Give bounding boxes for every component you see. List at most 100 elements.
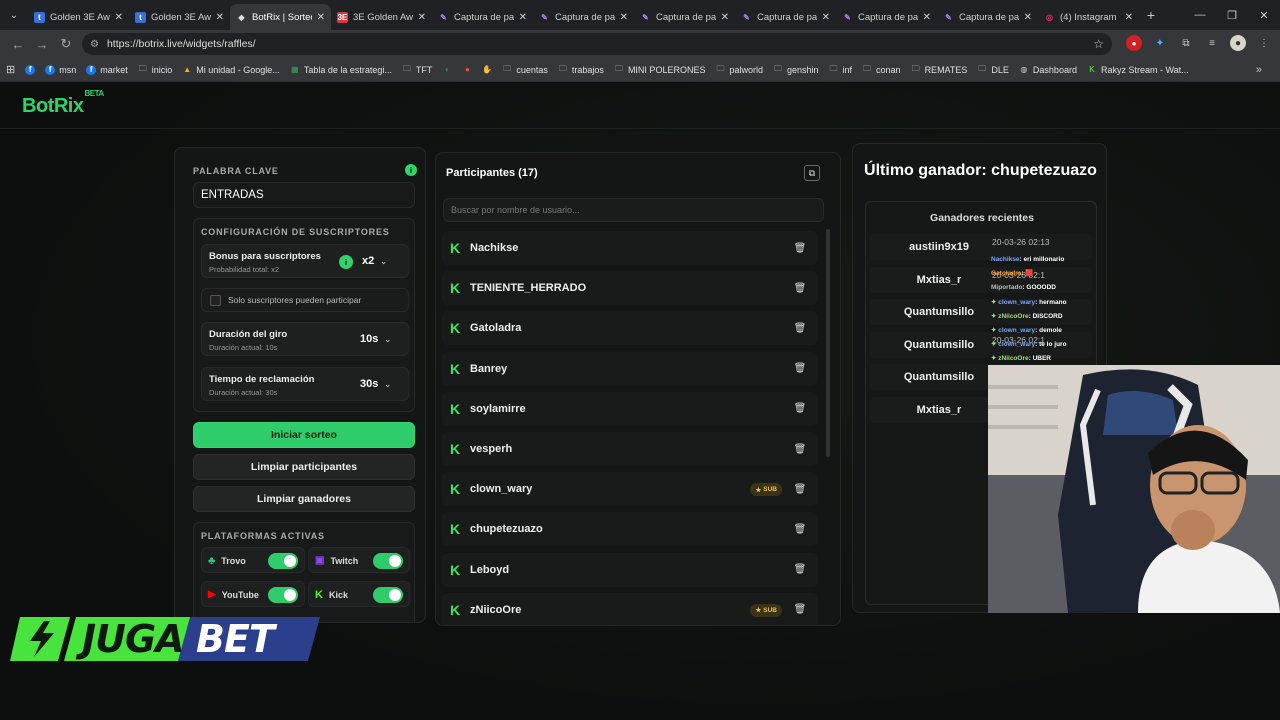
browser-tab[interactable]: ✎ Captura de pa ✕ xyxy=(533,4,634,30)
bookmark-star-icon[interactable]: ☆ xyxy=(1093,37,1104,51)
menu-kebab-icon[interactable]: ⋮ xyxy=(1256,35,1272,51)
media-icon[interactable]: ≡ xyxy=(1204,35,1220,51)
browser-tab[interactable]: ✎ Captura de pa ✕ xyxy=(735,4,836,30)
bonus-info-icon[interactable]: i xyxy=(339,255,353,269)
participant-row[interactable]: K Leboyd 🗑 xyxy=(442,552,818,587)
youtube-toggle[interactable] xyxy=(268,587,298,603)
bookmark-item[interactable]: 🗀 conan xyxy=(862,64,901,75)
participant-row[interactable]: K Nachikse 🗑 xyxy=(442,231,818,265)
bookmark-item[interactable]: 🗀 REMATES xyxy=(911,64,968,75)
tab-close-icon[interactable]: ✕ xyxy=(317,12,325,23)
minimize-icon[interactable]: — xyxy=(1184,9,1216,21)
forward-icon[interactable]: → xyxy=(30,37,54,52)
bookmark-item[interactable]: f xyxy=(25,64,36,75)
extension-blue-icon[interactable]: ✦ xyxy=(1152,35,1168,51)
extension-red-icon[interactable]: ● xyxy=(1126,35,1142,51)
participant-row[interactable]: K TENIENTE_HERRADO 🗑 xyxy=(442,271,818,306)
participant-row[interactable]: Kclown_wary ★ SUB 🗑 xyxy=(442,472,818,507)
bookmark-item[interactable]: K Rakyz Stream - Wat... xyxy=(1087,65,1188,75)
bonus-select[interactable]: x2 ⌄ xyxy=(362,255,387,267)
tab-search-icon[interactable]: ⌄ xyxy=(0,0,28,30)
spin-select[interactable]: 10s ⌄ xyxy=(360,333,391,345)
back-icon[interactable]: ← xyxy=(6,37,30,52)
trash-icon[interactable]: 🗑 xyxy=(792,240,808,256)
bookmark-item[interactable]: ▲ Mi unidad - Google... xyxy=(182,65,280,75)
tab-close-icon[interactable]: ✕ xyxy=(519,12,527,23)
tab-close-icon[interactable]: ✕ xyxy=(721,12,729,23)
participant-row[interactable]: K Banrey 🗑 xyxy=(442,351,818,386)
browser-tab[interactable]: ✎ Captura de pa ✕ xyxy=(836,4,937,30)
trash-icon[interactable]: 🗑 xyxy=(792,361,808,377)
bookmark-item[interactable]: ◐ xyxy=(442,65,452,75)
bookmark-item[interactable]: 🗀 inicio xyxy=(138,64,173,75)
bookmark-item[interactable]: ✋ xyxy=(482,65,492,75)
tab-close-icon[interactable]: ✕ xyxy=(822,12,830,23)
trovo-toggle[interactable] xyxy=(268,553,298,569)
bookmark-item[interactable]: 🗀 MINI POLERONES xyxy=(614,64,706,75)
trash-icon[interactable]: 🗑 xyxy=(792,602,808,618)
browser-tab[interactable]: t Golden 3E Aw ✕ xyxy=(129,4,230,30)
more-bookmarks-icon[interactable]: » xyxy=(1256,64,1262,76)
tab-close-icon[interactable]: ✕ xyxy=(216,12,224,23)
trash-icon[interactable]: 🗑 xyxy=(792,320,808,336)
bookmark-item[interactable]: 🗀 trabajos xyxy=(558,64,604,75)
browser-tab[interactable]: 3E 3E Golden Aw ✕ xyxy=(331,4,432,30)
close-window-icon[interactable]: ✕ xyxy=(1248,9,1280,22)
participant-row[interactable]: KzNiicoOre ★ SUB 🗑 xyxy=(442,592,818,625)
trash-icon[interactable]: 🗑 xyxy=(792,441,808,457)
participant-row[interactable]: Kchupetezuazo 🗑 xyxy=(442,512,818,547)
url-field[interactable]: ⚙ https://botrix.live/widgets/raffles/ ☆ xyxy=(82,33,1112,55)
apps-grid-icon[interactable]: ⊞ xyxy=(6,63,15,76)
browser-tab[interactable]: ✎ Captura de pa ✕ xyxy=(432,4,533,30)
scrollbar[interactable] xyxy=(826,229,830,457)
keyword-input[interactable]: ENTRADAS xyxy=(193,182,415,208)
reload-icon[interactable]: ↻ xyxy=(54,36,78,52)
kick-toggle[interactable] xyxy=(373,587,403,603)
browser-tab[interactable]: ✎ Captura de pa ✕ xyxy=(634,4,735,30)
bookmark-item[interactable]: 🗀 DLE xyxy=(977,64,1009,75)
extensions-puzzle-icon[interactable]: ⧉ xyxy=(1178,35,1194,51)
participant-row[interactable]: Ksoylamirre 🗑 xyxy=(442,391,818,426)
restore-icon[interactable]: ❐ xyxy=(1216,9,1248,22)
profile-avatar[interactable]: ● xyxy=(1230,35,1246,51)
browser-tab[interactable]: t Golden 3E Aw ✕ xyxy=(28,4,129,30)
tab-close-icon[interactable]: ✕ xyxy=(1125,12,1133,23)
tab-close-icon[interactable]: ✕ xyxy=(923,12,931,23)
claim-select[interactable]: 30s ⌄ xyxy=(360,378,391,390)
tab-close-icon[interactable]: ✕ xyxy=(115,12,123,23)
twitch-toggle[interactable] xyxy=(373,553,403,569)
bookmark-item[interactable]: 🗀 genshin xyxy=(773,64,819,75)
new-tab-button[interactable]: + xyxy=(1139,7,1163,23)
start-raffle-button[interactable]: Iniciar sorteo xyxy=(193,422,415,448)
browser-tab[interactable]: ✎ Captura de pa ✕ xyxy=(937,4,1038,30)
participant-row[interactable]: Kvesperh 🗑 xyxy=(442,432,818,466)
tab-close-icon[interactable]: ✕ xyxy=(1024,12,1032,23)
browser-tab[interactable]: ◎ (4) Instagram ✕ xyxy=(1038,4,1139,30)
botrix-logo[interactable]: BotRixBETA xyxy=(22,89,104,118)
participant-row[interactable]: K Gatoladra 🗑 xyxy=(442,311,818,346)
bookmark-item[interactable]: ◍ Dashboard xyxy=(1019,65,1077,75)
bookmark-item[interactable]: f market xyxy=(86,64,128,75)
tab-close-icon[interactable]: ✕ xyxy=(418,12,426,23)
info-icon[interactable]: i xyxy=(405,164,417,176)
bookmark-item[interactable]: 🗀 palworld xyxy=(715,64,763,75)
only-subs-row[interactable]: Solo suscriptores pueden participar xyxy=(201,288,409,312)
bookmark-item[interactable]: f msn xyxy=(45,64,76,75)
site-info-icon[interactable]: ⚙ xyxy=(90,39,99,50)
tab-close-icon[interactable]: ✕ xyxy=(620,12,628,23)
bookmark-item[interactable]: ▦ Tabla de la estrategi... xyxy=(290,65,392,75)
trash-icon[interactable]: 🗑 xyxy=(792,521,808,537)
copy-icon[interactable]: ⧉ xyxy=(804,165,820,181)
clear-winners-button[interactable]: Limpiar ganadores xyxy=(193,486,415,512)
bookmark-item[interactable]: 🗀 inf xyxy=(829,64,853,75)
trash-icon[interactable]: 🗑 xyxy=(792,562,808,578)
browser-tab[interactable]: ◆ BotRix | Sorteo ✕ xyxy=(230,4,331,30)
clear-participants-button[interactable]: Limpiar participantes xyxy=(193,454,415,480)
only-subs-checkbox[interactable] xyxy=(210,295,221,306)
trash-icon[interactable]: 🗑 xyxy=(792,401,808,417)
bookmark-item[interactable]: 🗀 cuentas xyxy=(502,64,548,75)
participant-search-input[interactable]: Buscar por nombre de usuario... xyxy=(443,198,824,222)
trash-icon[interactable]: 🗑 xyxy=(792,280,808,296)
trash-icon[interactable]: 🗑 xyxy=(792,481,808,497)
bookmark-item[interactable]: ● xyxy=(462,65,472,75)
